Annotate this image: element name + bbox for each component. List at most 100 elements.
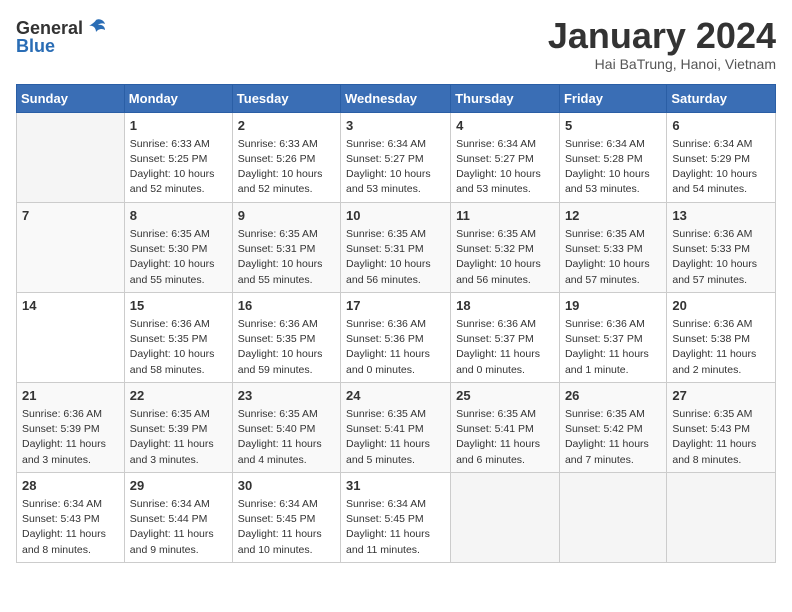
cell-content: Sunrise: 6:36 AM Sunset: 5:37 PM Dayligh… (565, 317, 661, 378)
calendar-cell (667, 472, 776, 562)
cell-content: Sunrise: 6:35 AM Sunset: 5:31 PM Dayligh… (346, 227, 445, 288)
cell-content: Sunrise: 6:33 AM Sunset: 5:25 PM Dayligh… (130, 137, 227, 198)
calendar-cell: 4 Sunrise: 6:34 AM Sunset: 5:27 PM Daylig… (451, 112, 560, 202)
day-number: 28 (22, 477, 119, 495)
cell-content: Sunrise: 6:36 AM Sunset: 5:36 PM Dayligh… (346, 317, 445, 378)
day-number: 10 (346, 207, 445, 225)
header-row: SundayMondayTuesdayWednesdayThursdayFrid… (17, 84, 776, 112)
day-number: 27 (672, 387, 770, 405)
cell-content: Sunrise: 6:35 AM Sunset: 5:39 PM Dayligh… (130, 407, 227, 468)
column-header-tuesday: Tuesday (232, 84, 340, 112)
calendar-cell (451, 472, 560, 562)
calendar-week-1: 1 Sunrise: 6:33 AM Sunset: 5:25 PM Daylig… (17, 112, 776, 202)
calendar-cell: 14 (17, 292, 125, 382)
day-number: 12 (565, 207, 661, 225)
day-number: 11 (456, 207, 554, 225)
calendar-week-3: 14 15 Sunrise: 6:36 AM Sunset: 5:35 PM Day… (17, 292, 776, 382)
logo: General Blue (16, 16, 107, 57)
day-number: 26 (565, 387, 661, 405)
day-number: 15 (130, 297, 227, 315)
calendar-week-2: 78Sunrise: 6:35 AM Sunset: 5:30 PM Dayli… (17, 202, 776, 292)
day-number: 4 (456, 117, 554, 135)
calendar-cell: 8Sunrise: 6:35 AM Sunset: 5:30 PM Daylig… (124, 202, 232, 292)
cell-content: Sunrise: 6:35 AM Sunset: 5:40 PM Dayligh… (238, 407, 335, 468)
calendar-cell: 7 (17, 202, 125, 292)
calendar-cell: 22 Sunrise: 6:35 AM Sunset: 5:39 PM Dayli… (124, 382, 232, 472)
calendar-cell: 6 Sunrise: 6:34 AM Sunset: 5:29 PM Daylig… (667, 112, 776, 202)
day-number: 6 (672, 117, 770, 135)
header: General Blue January 2024 Hai BaTrung, H… (16, 16, 776, 72)
cell-content: Sunrise: 6:35 AM Sunset: 5:31 PM Dayligh… (238, 227, 335, 288)
calendar-cell: 18Sunrise: 6:36 AM Sunset: 5:37 PM Dayli… (451, 292, 560, 382)
cell-content: Sunrise: 6:35 AM Sunset: 5:32 PM Dayligh… (456, 227, 554, 288)
calendar-cell: 26 Sunrise: 6:35 AM Sunset: 5:42 PM Dayli… (559, 382, 666, 472)
calendar-cell: 11 Sunrise: 6:35 AM Sunset: 5:32 PM Dayli… (451, 202, 560, 292)
cell-content: Sunrise: 6:35 AM Sunset: 5:42 PM Dayligh… (565, 407, 661, 468)
cell-content: Sunrise: 6:35 AM Sunset: 5:30 PM Dayligh… (130, 227, 227, 288)
calendar-cell: 21 Sunrise: 6:36 AM Sunset: 5:39 PM Dayli… (17, 382, 125, 472)
column-header-wednesday: Wednesday (341, 84, 451, 112)
calendar-cell: 10 Sunrise: 6:35 AM Sunset: 5:31 PM Dayli… (341, 202, 451, 292)
day-number: 30 (238, 477, 335, 495)
calendar-cell: 20Sunrise: 6:36 AM Sunset: 5:38 PM Dayli… (667, 292, 776, 382)
column-header-thursday: Thursday (451, 84, 560, 112)
calendar-cell: 27Sunrise: 6:35 AM Sunset: 5:43 PM Dayli… (667, 382, 776, 472)
cell-content: Sunrise: 6:36 AM Sunset: 5:39 PM Dayligh… (22, 407, 119, 468)
day-number: 13 (672, 207, 770, 225)
calendar-cell: 31 Sunrise: 6:34 AM Sunset: 5:45 PM Dayli… (341, 472, 451, 562)
cell-content: Sunrise: 6:34 AM Sunset: 5:27 PM Dayligh… (346, 137, 445, 198)
day-number: 22 (130, 387, 227, 405)
day-number: 17 (346, 297, 445, 315)
logo-bird-icon (85, 16, 107, 38)
column-header-friday: Friday (559, 84, 666, 112)
cell-content: Sunrise: 6:35 AM Sunset: 5:41 PM Dayligh… (456, 407, 554, 468)
day-number: 3 (346, 117, 445, 135)
cell-content: Sunrise: 6:36 AM Sunset: 5:37 PM Dayligh… (456, 317, 554, 378)
day-number: 2 (238, 117, 335, 135)
day-number: 19 (565, 297, 661, 315)
location-subtitle: Hai BaTrung, Hanoi, Vietnam (548, 56, 776, 72)
calendar-cell: 24Sunrise: 6:35 AM Sunset: 5:41 PM Dayli… (341, 382, 451, 472)
calendar-cell: 9 Sunrise: 6:35 AM Sunset: 5:31 PM Daylig… (232, 202, 340, 292)
day-number: 29 (130, 477, 227, 495)
day-number: 1 (130, 117, 227, 135)
cell-content: Sunrise: 6:34 AM Sunset: 5:28 PM Dayligh… (565, 137, 661, 198)
day-number: 25 (456, 387, 554, 405)
calendar-cell: 25 Sunrise: 6:35 AM Sunset: 5:41 PM Dayli… (451, 382, 560, 472)
column-header-sunday: Sunday (17, 84, 125, 112)
calendar-cell: 23Sunrise: 6:35 AM Sunset: 5:40 PM Dayli… (232, 382, 340, 472)
title-area: January 2024 Hai BaTrung, Hanoi, Vietnam (548, 16, 776, 72)
calendar-cell: 19 Sunrise: 6:36 AM Sunset: 5:37 PM Dayli… (559, 292, 666, 382)
column-header-monday: Monday (124, 84, 232, 112)
calendar-cell: 30 Sunrise: 6:34 AM Sunset: 5:45 PM Dayli… (232, 472, 340, 562)
calendar-cell: 16 Sunrise: 6:36 AM Sunset: 5:35 PM Dayli… (232, 292, 340, 382)
calendar-cell (559, 472, 666, 562)
calendar-cell: 15 Sunrise: 6:36 AM Sunset: 5:35 PM Dayli… (124, 292, 232, 382)
day-number: 31 (346, 477, 445, 495)
cell-content: Sunrise: 6:36 AM Sunset: 5:35 PM Dayligh… (130, 317, 227, 378)
calendar-cell: 2 Sunrise: 6:33 AM Sunset: 5:26 PM Daylig… (232, 112, 340, 202)
calendar-cell: 17 Sunrise: 6:36 AM Sunset: 5:36 PM Dayli… (341, 292, 451, 382)
cell-content: Sunrise: 6:36 AM Sunset: 5:35 PM Dayligh… (238, 317, 335, 378)
day-number: 21 (22, 387, 119, 405)
cell-content: Sunrise: 6:33 AM Sunset: 5:26 PM Dayligh… (238, 137, 335, 198)
cell-content: Sunrise: 6:34 AM Sunset: 5:45 PM Dayligh… (346, 497, 445, 558)
cell-content: Sunrise: 6:35 AM Sunset: 5:33 PM Dayligh… (565, 227, 661, 288)
calendar-cell: 1 Sunrise: 6:33 AM Sunset: 5:25 PM Daylig… (124, 112, 232, 202)
cell-content: Sunrise: 6:34 AM Sunset: 5:29 PM Dayligh… (672, 137, 770, 198)
day-number: 16 (238, 297, 335, 315)
calendar-cell: 28Sunrise: 6:34 AM Sunset: 5:43 PM Dayli… (17, 472, 125, 562)
calendar-cell: 13 Sunrise: 6:36 AM Sunset: 5:33 PM Dayli… (667, 202, 776, 292)
calendar-cell: 5 Sunrise: 6:34 AM Sunset: 5:28 PM Daylig… (559, 112, 666, 202)
calendar-cell: 29Sunrise: 6:34 AM Sunset: 5:44 PM Dayli… (124, 472, 232, 562)
cell-content: Sunrise: 6:34 AM Sunset: 5:45 PM Dayligh… (238, 497, 335, 558)
day-number: 14 (22, 297, 119, 315)
calendar-cell (17, 112, 125, 202)
cell-content: Sunrise: 6:34 AM Sunset: 5:27 PM Dayligh… (456, 137, 554, 198)
day-number: 9 (238, 207, 335, 225)
day-number: 5 (565, 117, 661, 135)
cell-content: Sunrise: 6:36 AM Sunset: 5:33 PM Dayligh… (672, 227, 770, 288)
day-number: 24 (346, 387, 445, 405)
column-header-saturday: Saturday (667, 84, 776, 112)
day-number: 20 (672, 297, 770, 315)
